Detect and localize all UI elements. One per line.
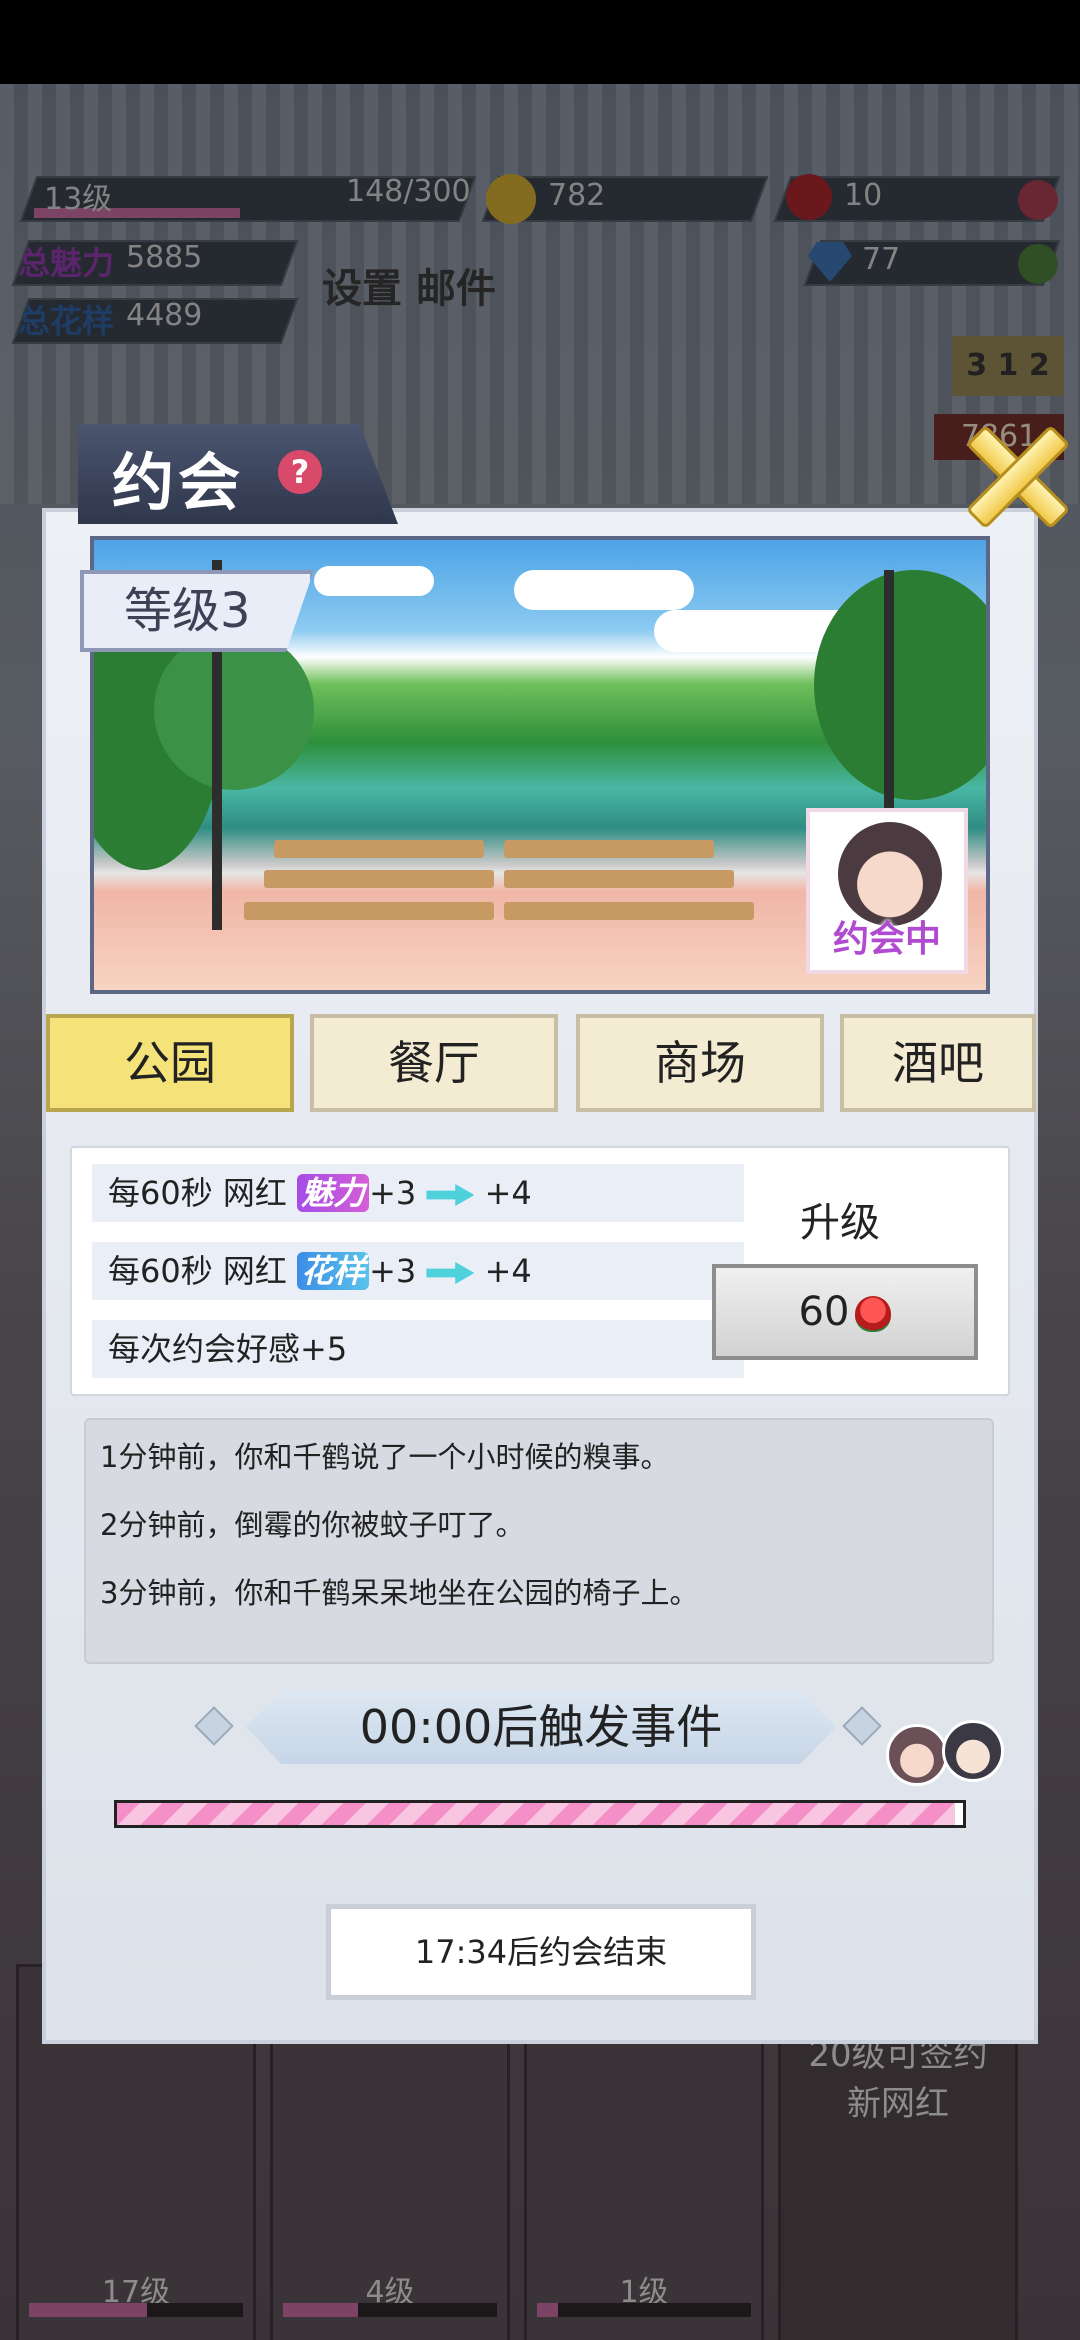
boy-avatar-icon	[942, 1720, 1004, 1782]
log-entry: 3分钟前，你和千鹤呆呆地坐在公园的椅子上。	[100, 1576, 699, 1610]
tab-park[interactable]: 公园	[46, 1014, 294, 1112]
close-x-icon[interactable]	[965, 422, 1071, 532]
tab-mall[interactable]: 商场	[576, 1014, 824, 1112]
event-progress-bar	[114, 1800, 966, 1828]
stat-row-affection: 每次约会好感+5	[92, 1320, 744, 1378]
stat-from: +3	[369, 1252, 417, 1290]
tab-bar[interactable]: 酒吧	[840, 1014, 1036, 1112]
bench	[264, 870, 494, 888]
stat-row-charm: 每60秒 网红 魅力 +3 +4	[92, 1164, 744, 1222]
upgrade-label: 升级	[800, 1200, 880, 1246]
cloud	[314, 566, 434, 596]
stat-prefix: 每60秒 网红	[108, 1174, 287, 1212]
tree	[814, 570, 986, 800]
bench	[274, 840, 484, 858]
modal-title: 约会	[112, 446, 245, 519]
status-badge: 约会中	[832, 919, 941, 960]
log-entry: 2分钟前，倒霉的你被蚊子叮了。	[100, 1508, 525, 1542]
dating-status-card: 约会中	[806, 808, 968, 974]
stat-prefix: 每60秒 网红	[108, 1252, 287, 1290]
charm-tag: 魅力	[297, 1174, 370, 1212]
level-badge: 等级3	[80, 570, 314, 652]
couple-avatars	[886, 1720, 1008, 1800]
bench	[504, 840, 714, 858]
stat-to: +4	[484, 1252, 532, 1290]
tree	[154, 630, 314, 790]
upgrade-cost: 60	[798, 1289, 850, 1335]
upgrade-button[interactable]: 60	[712, 1264, 978, 1360]
bench	[504, 902, 754, 920]
style-tag: 花样	[297, 1252, 370, 1290]
rose-icon	[855, 1296, 892, 1332]
question-icon[interactable]: ?	[278, 450, 322, 494]
cloud	[514, 570, 694, 610]
date-end-timer-button[interactable]: 17:34后约会结束	[326, 1904, 756, 2000]
arrow-right-icon	[426, 1262, 475, 1284]
stat-row-style: 每60秒 网红 花样 +3 +4	[92, 1242, 744, 1300]
girl-avatar-icon	[886, 1724, 948, 1786]
log-entry: 1分钟前，你和千鹤说了一个小时候的糗事。	[100, 1440, 670, 1474]
bench	[504, 870, 734, 888]
stat-to: +4	[484, 1174, 532, 1212]
stat-from: +3	[369, 1174, 417, 1212]
event-timer: 00:00后触发事件	[359, 1700, 723, 1754]
event-log: 1分钟前，你和千鹤说了一个小时候的糗事。 2分钟前，倒霉的你被蚊子叮了。 3分钟…	[84, 1418, 994, 1664]
tab-restaurant[interactable]: 餐厅	[310, 1014, 558, 1112]
event-progress-fill	[117, 1803, 955, 1825]
bench	[244, 902, 494, 920]
arrow-right-icon	[426, 1184, 475, 1206]
street-lamp	[884, 570, 894, 840]
